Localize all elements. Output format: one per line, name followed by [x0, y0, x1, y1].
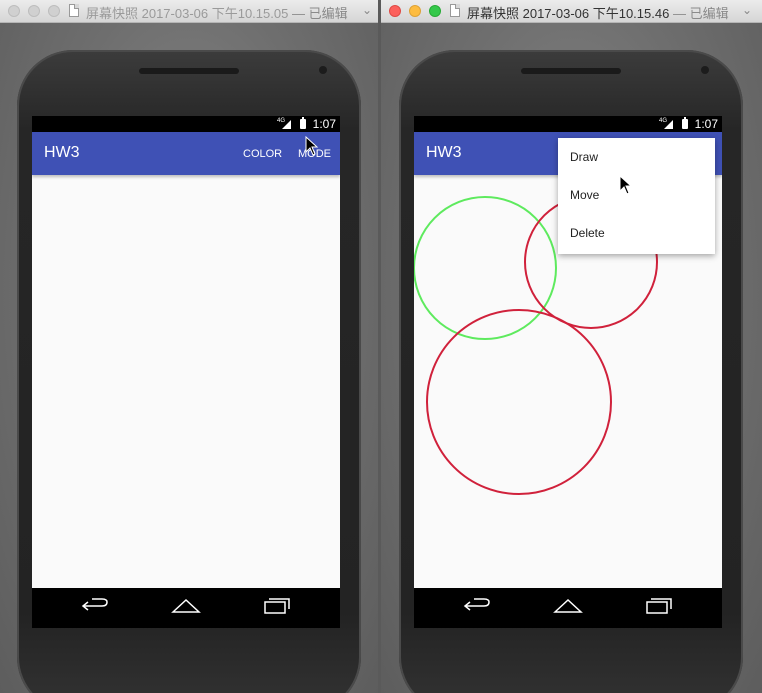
- minimize-button[interactable]: [409, 5, 421, 17]
- status-time: 1:07: [312, 117, 336, 131]
- window-titlebar: 屏幕快照 2017-03-06 下午10.15.05 — 已编辑 ⌄: [0, 0, 378, 23]
- battery-icon: [300, 117, 306, 129]
- document-icon: [69, 4, 79, 17]
- window-title: 屏幕快照 2017-03-06 下午10.15.05 — 已编辑: [86, 6, 348, 21]
- zoom-button[interactable]: [429, 5, 441, 17]
- mouse-cursor-icon: [619, 175, 633, 195]
- home-icon[interactable]: [553, 596, 583, 616]
- drawing-canvas[interactable]: [32, 175, 340, 588]
- red-circle-large[interactable]: [426, 309, 612, 495]
- minimize-button[interactable]: [28, 5, 40, 17]
- phone-screen: 4G 1:07 HW3 COLOR MODE: [32, 116, 340, 628]
- recents-icon[interactable]: [262, 596, 292, 616]
- app-title: HW3: [44, 144, 80, 161]
- menu-item-draw[interactable]: Draw: [558, 138, 715, 176]
- phone-screen: 4G 1:07 HW3 Draw Move Delete: [414, 116, 722, 628]
- screenshot-canvas: 4G 1:07 HW3 Draw Move Delete: [381, 23, 762, 693]
- menu-item-label: Delete: [570, 226, 605, 240]
- zoom-button[interactable]: [48, 5, 60, 17]
- window-titlebar: 屏幕快照 2017-03-06 下午10.15.46 — 已编辑 ⌄: [381, 0, 762, 23]
- back-icon[interactable]: [80, 596, 110, 616]
- app-title: HW3: [426, 144, 462, 161]
- front-camera: [701, 66, 709, 74]
- status-time: 1:07: [694, 117, 718, 131]
- mouse-cursor-icon: [305, 136, 319, 156]
- signal-icon: [282, 120, 291, 129]
- color-button[interactable]: COLOR: [243, 148, 282, 160]
- signal-icon: [664, 120, 673, 129]
- recents-icon[interactable]: [644, 596, 674, 616]
- close-button[interactable]: [389, 5, 401, 17]
- status-bar: 4G 1:07: [414, 116, 722, 132]
- front-camera: [319, 66, 327, 74]
- home-icon[interactable]: [171, 596, 201, 616]
- chevron-down-icon[interactable]: ⌄: [742, 3, 752, 17]
- menu-item-label: Move: [570, 188, 600, 202]
- navigation-bar: [414, 588, 722, 628]
- battery-icon: [682, 117, 688, 129]
- green-circle[interactable]: [414, 196, 557, 340]
- menu-item-label: Draw: [570, 150, 599, 164]
- back-icon[interactable]: [462, 596, 492, 616]
- speaker-grille: [521, 68, 621, 74]
- window-title: 屏幕快照 2017-03-06 下午10.15.46 — 已编辑: [467, 6, 729, 21]
- status-bar: 4G 1:07: [32, 116, 340, 132]
- chevron-down-icon[interactable]: ⌄: [362, 3, 372, 17]
- screenshot-canvas: 4G 1:07 HW3 COLOR MODE: [0, 23, 378, 693]
- menu-item-delete[interactable]: Delete: [558, 214, 715, 252]
- mode-dropdown-menu: Draw Move Delete: [558, 138, 715, 254]
- close-button[interactable]: [8, 5, 20, 17]
- app-bar: HW3 COLOR MODE: [32, 132, 340, 175]
- menu-item-move[interactable]: Move: [558, 176, 715, 214]
- speaker-grille: [139, 68, 239, 74]
- screenshot-window-right: 屏幕快照 2017-03-06 下午10.15.46 — 已编辑 ⌄ 4G 1:…: [381, 0, 762, 693]
- document-icon: [450, 4, 460, 17]
- screenshot-window-left: 屏幕快照 2017-03-06 下午10.15.05 — 已编辑 ⌄ 4G 1:…: [0, 0, 378, 693]
- navigation-bar: [32, 588, 340, 628]
- phone-frame: 4G 1:07 HW3 Draw Move Delete: [399, 50, 743, 693]
